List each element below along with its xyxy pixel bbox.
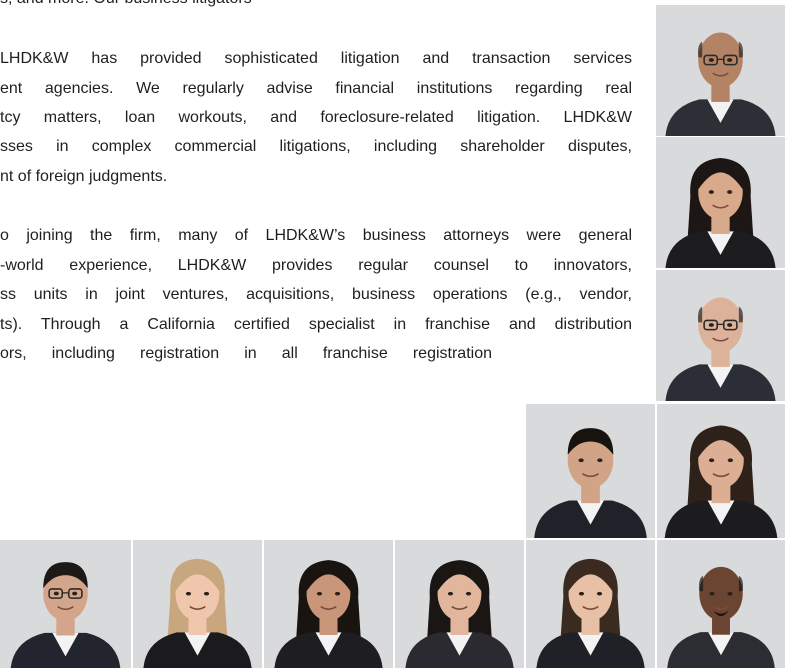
attorney-photo-5-portrait [657,404,785,538]
attorney-photo-1-portrait [656,5,785,136]
attorney-photo-7-portrait [133,540,262,668]
paragraph-line: s, and more. Our business litigators [0,0,632,12]
attorney-photo-10-portrait [526,540,655,668]
attorney-photo-7[interactable] [133,540,262,668]
paragraph-line: nt of foreign judgments. [0,168,168,185]
attorney-photo-4[interactable] [526,404,655,538]
attorney-photo-8-portrait [264,540,393,668]
attorney-photo-1[interactable] [656,5,785,136]
paragraph-line: -world experience, LHDK&W provides regul… [0,257,632,274]
paragraph-line: o joining the firm, many of LHDK&W’s bus… [0,227,632,244]
attorney-photo-10[interactable] [526,540,655,668]
attorney-photo-11[interactable] [657,540,785,668]
attorney-photo-2[interactable] [656,137,785,268]
attorney-photo-6-portrait [0,540,131,668]
attorney-photo-2-portrait [656,137,785,268]
attorney-photo-9-portrait [395,540,524,668]
attorney-photo-5[interactable] [657,404,785,538]
paragraph-line: LHDK&W has provided sophisticated litiga… [0,50,632,67]
paragraph-line: ss units in joint ventures, acquisitions… [0,286,632,303]
paragraph-line: sses in complex commercial litigations, … [0,138,632,155]
attorney-photo-3[interactable] [656,270,785,401]
attorney-photo-9[interactable] [395,540,524,668]
attorney-photo-11-portrait [657,540,785,668]
attorney-photo-4-portrait [526,404,655,538]
paragraph-line: ent agencies. We regularly advise financ… [0,80,632,97]
paragraph-line: ts). Through a California certified spec… [0,316,632,333]
paragraph-line: ors, including registration in all franc… [0,345,492,362]
attorney-photo-8[interactable] [264,540,393,668]
attorney-photo-3-portrait [656,270,785,401]
attorney-photo-6[interactable] [0,540,131,668]
paragraph-line: tcy matters, loan workouts, and foreclos… [0,109,632,126]
